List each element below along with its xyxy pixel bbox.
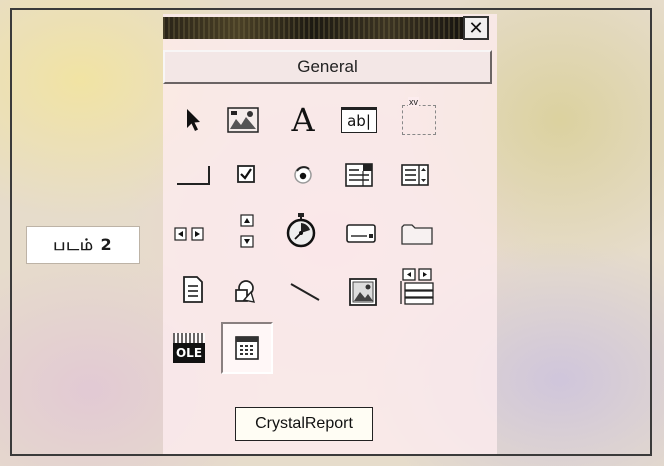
vscrollbar-icon [240, 214, 254, 248]
tool-shape[interactable] [225, 272, 265, 312]
tool-data[interactable] [397, 266, 437, 306]
label-icon: A [291, 101, 315, 139]
listbox-icon [401, 164, 429, 186]
timer-icon [286, 213, 316, 248]
tool-hscrollbar[interactable] [169, 214, 209, 254]
tooltip-crystalreport: CrystalReport [235, 407, 373, 441]
tool-line[interactable] [285, 272, 325, 312]
tool-checkbox[interactable] [227, 155, 267, 195]
tool-listbox[interactable] [395, 155, 435, 195]
ole-icon: OLE [173, 333, 205, 363]
toolbox-window: ✕ General A ab| xv OLE CrystalReport [163, 14, 497, 454]
tool-textbox[interactable]: ab| [339, 100, 379, 140]
tool-frame[interactable]: xv [399, 97, 439, 140]
tool-dirlistbox[interactable] [397, 214, 437, 254]
tool-ole[interactable]: OLE [169, 328, 209, 368]
image-icon [349, 278, 377, 306]
toolbox-titlebar[interactable] [163, 17, 463, 39]
tool-filelistbox[interactable] [173, 270, 213, 310]
tab-general[interactable]: General [163, 50, 492, 84]
dirlistbox-icon [401, 224, 433, 245]
filelistbox-icon [183, 276, 203, 303]
tool-picturebox[interactable] [223, 100, 263, 140]
optionbutton-icon [294, 166, 312, 184]
commandbutton-icon [177, 166, 210, 185]
tool-drivelistbox[interactable] [341, 214, 381, 254]
ole-grid [173, 333, 205, 343]
tool-combobox[interactable] [339, 155, 379, 195]
tool-timer[interactable] [281, 210, 321, 250]
crystalreport-icon [235, 336, 259, 360]
hscrollbar-icon [174, 227, 204, 241]
combobox-icon [345, 163, 373, 187]
tool-commandbutton[interactable] [173, 155, 213, 195]
figure-caption: படம் 2 [26, 226, 140, 264]
tool-pointer[interactable] [173, 100, 213, 140]
close-button[interactable]: ✕ [463, 16, 489, 40]
tool-crystalreport[interactable] [221, 322, 273, 374]
tool-label[interactable]: A [283, 100, 323, 140]
close-icon: ✕ [468, 17, 484, 39]
data-icon [400, 268, 434, 305]
tool-image[interactable] [343, 272, 383, 312]
tool-vscrollbar[interactable] [227, 211, 267, 251]
checkbox-icon [237, 165, 255, 183]
pointer-icon [187, 109, 200, 131]
ole-box: OLE [173, 343, 205, 363]
line-icon [290, 283, 320, 301]
shape-icon [235, 280, 256, 303]
textbox-icon: ab| [341, 107, 377, 133]
tool-optionbutton[interactable] [283, 155, 323, 195]
frame-icon: xv [402, 97, 436, 135]
picturebox-icon [227, 107, 259, 133]
drivelistbox-icon [346, 224, 376, 243]
